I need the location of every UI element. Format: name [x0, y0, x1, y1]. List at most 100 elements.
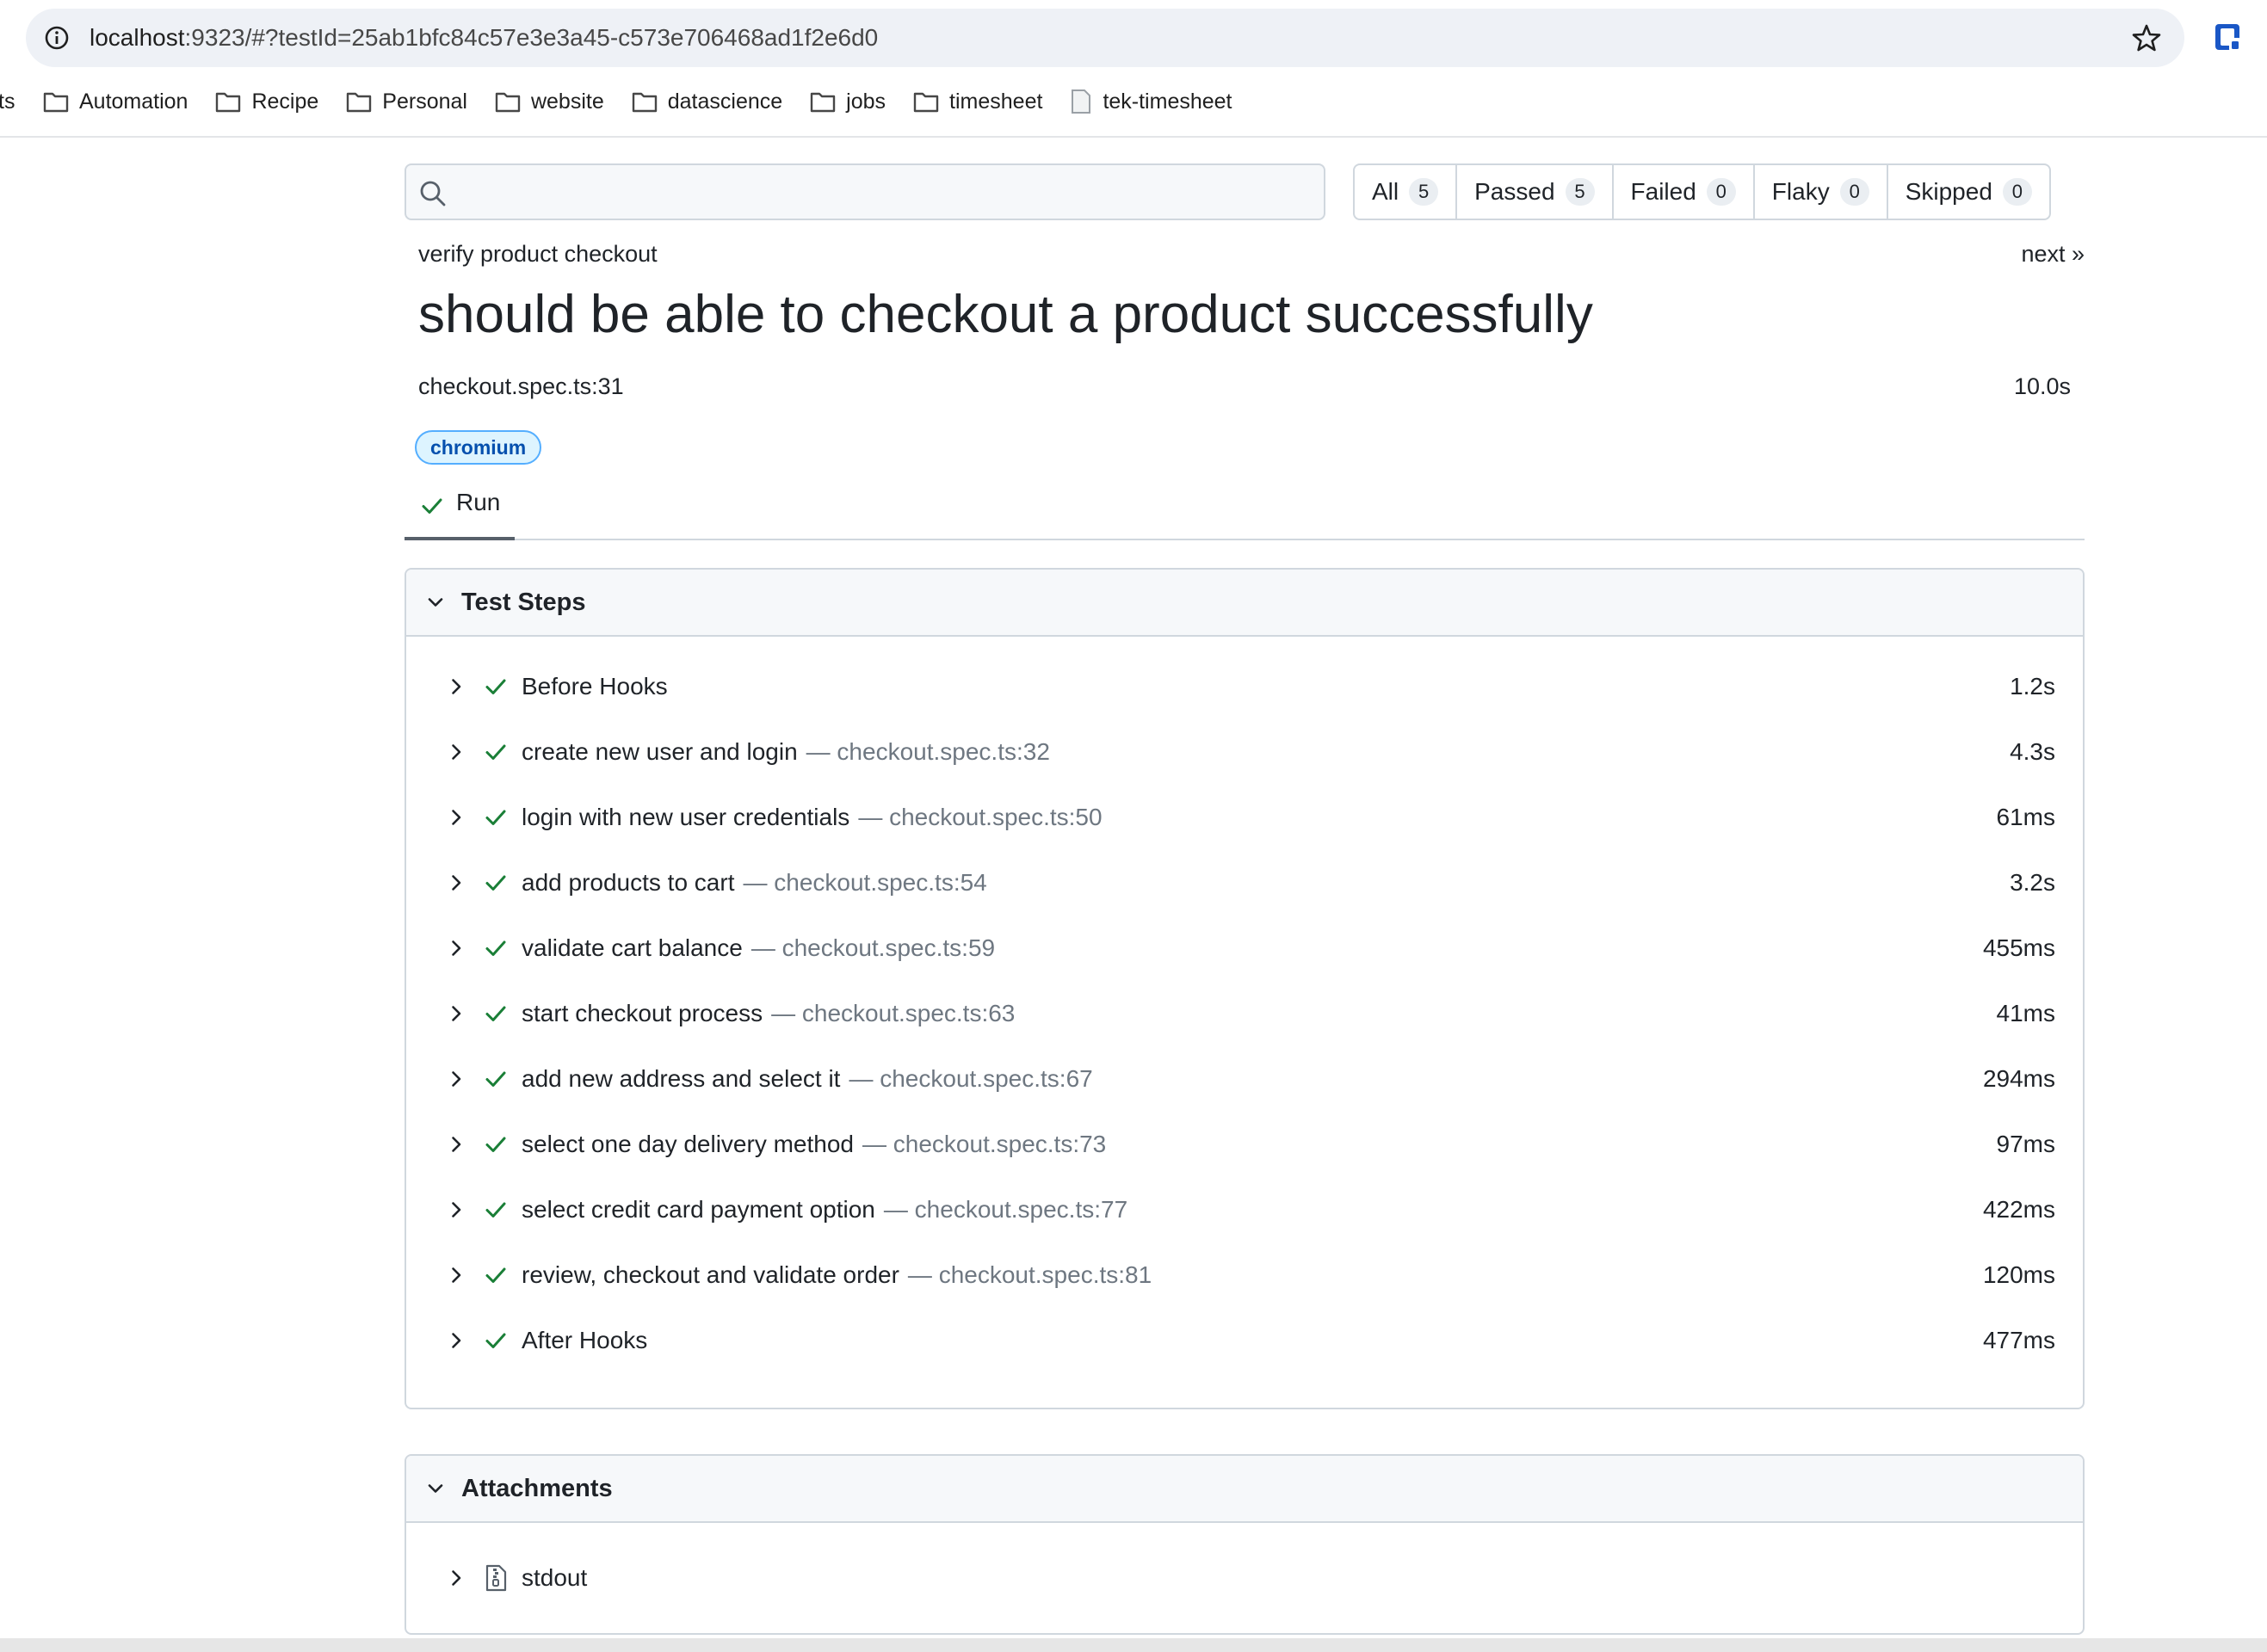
chevron-down-icon: [428, 1484, 443, 1493]
folder-icon: [632, 92, 657, 113]
check-icon: [422, 498, 442, 514]
page-icon: [1072, 89, 1091, 114]
chevron-right-icon: [452, 1333, 461, 1348]
filter-count: 5: [1565, 178, 1595, 206]
step-location[interactable]: — checkout.spec.ts:54: [743, 869, 986, 897]
step-list: Before Hooks 1.2s create new user and log…: [406, 637, 2083, 1373]
test-steps-header[interactable]: Test Steps: [406, 570, 2083, 637]
info-icon[interactable]: [43, 24, 71, 52]
bookmark-personal[interactable]: Personal: [346, 89, 467, 114]
status-filter-bar: All 5 Passed 5 Failed 0 Flaky 0 Skipped …: [1353, 163, 2051, 220]
step-label: create new user and login: [522, 738, 798, 765]
check-icon: [485, 1071, 506, 1087]
tab-run[interactable]: Run: [405, 482, 515, 540]
step-duration: 97ms: [1996, 1131, 2055, 1157]
step-label: add new address and select it: [522, 1065, 841, 1092]
bookmark-website[interactable]: website: [495, 89, 604, 114]
step-row[interactable]: review, checkout and validate order — che…: [406, 1242, 2083, 1308]
star-icon[interactable]: [2131, 22, 2162, 53]
step-location[interactable]: — checkout.spec.ts:32: [806, 738, 1050, 766]
chevron-right-icon: [452, 1137, 461, 1152]
chevron-right-icon: [452, 1202, 461, 1217]
url-host: localhost: [90, 24, 185, 51]
step-duration: 4.3s: [2010, 738, 2055, 765]
step-duration: 455ms: [1982, 934, 2055, 961]
filter-all[interactable]: All 5: [1355, 165, 1455, 219]
filter-passed[interactable]: Passed 5: [1455, 165, 1611, 219]
bookmark-jobs[interactable]: jobs: [810, 89, 886, 114]
filter-failed[interactable]: Failed 0: [1611, 165, 1753, 219]
bookmark-label: tek-timesheet: [1103, 89, 1232, 114]
filter-skipped[interactable]: Skipped 0: [1886, 165, 2049, 219]
step-location[interactable]: — checkout.spec.ts:59: [751, 934, 995, 962]
step-row[interactable]: select credit card payment option — check…: [406, 1177, 2083, 1242]
chevron-right-icon: [452, 1267, 461, 1283]
bookmark-automation[interactable]: Automation: [43, 89, 188, 114]
attachment-label: stdout: [522, 1564, 588, 1591]
chevron-right-icon: [452, 1006, 461, 1021]
filter-label: Passed: [1474, 178, 1555, 205]
step-location[interactable]: — checkout.spec.ts:77: [884, 1196, 1127, 1224]
filter-count: 0: [1839, 178, 1869, 206]
check-icon: [485, 1267, 506, 1283]
bookmark-label: datascience: [667, 89, 783, 114]
bookmark-label: website: [530, 89, 604, 114]
step-duration: 41ms: [1996, 1000, 2055, 1026]
url-text[interactable]: localhost:9323/#?testId=25ab1bfc84c57e3e…: [90, 9, 878, 67]
check-icon: [485, 1137, 506, 1152]
step-row[interactable]: select one day delivery method — checkout…: [406, 1112, 2083, 1177]
suite-title: verify product checkout: [418, 241, 658, 267]
step-row[interactable]: After Hooks 477ms: [406, 1308, 2083, 1373]
filter-label: All: [1372, 178, 1399, 205]
extension-icon[interactable]: [2214, 21, 2243, 53]
step-location[interactable]: — checkout.spec.ts:50: [858, 804, 1102, 831]
browser-toolbar: localhost:9323/#?testId=25ab1bfc84c57e3e…: [0, 0, 2267, 138]
step-row[interactable]: Before Hooks 1.2s: [406, 654, 2083, 719]
attachment-stdout[interactable]: stdout: [406, 1523, 2083, 1633]
chevron-right-icon: [452, 940, 461, 956]
search-input[interactable]: [405, 163, 1325, 220]
check-icon: [485, 1006, 506, 1021]
url-path: :9323/#?testId=25ab1bfc84c57e3e3a45-c573…: [184, 24, 879, 51]
filter-label: Skipped: [1905, 178, 1992, 205]
step-label: start checkout process: [522, 1000, 763, 1026]
bookmark-recipe[interactable]: Recipe: [215, 89, 318, 114]
chevron-right-icon: [452, 1570, 461, 1586]
bookmark-datascience[interactable]: datascience: [632, 89, 782, 114]
check-icon: [485, 940, 506, 956]
step-label: After Hooks: [522, 1327, 648, 1353]
bookmark-tek-timesheet[interactable]: tek-timesheet: [1070, 89, 1232, 114]
filter-flaky[interactable]: Flaky 0: [1752, 165, 1887, 219]
step-location[interactable]: — checkout.spec.ts:81: [908, 1261, 1152, 1289]
step-label: Before Hooks: [522, 673, 668, 700]
step-row[interactable]: login with new user credentials — checkou…: [406, 785, 2083, 850]
chevron-right-icon: [452, 875, 461, 891]
folder-icon: [810, 92, 836, 113]
folder-icon: [216, 92, 241, 113]
chevron-right-icon: [452, 1071, 461, 1087]
step-row[interactable]: add products to cart — checkout.spec.ts:5…: [406, 850, 2083, 915]
step-location[interactable]: — checkout.spec.ts:73: [862, 1131, 1106, 1158]
step-label: review, checkout and validate order: [522, 1261, 899, 1288]
step-location[interactable]: — checkout.spec.ts:67: [849, 1065, 1092, 1093]
step-row[interactable]: validate cart balance — checkout.spec.ts:…: [406, 915, 2083, 981]
step-row[interactable]: start checkout process — checkout.spec.ts…: [406, 981, 2083, 1046]
address-bar[interactable]: localhost:9323/#?testId=25ab1bfc84c57e3e…: [26, 9, 2184, 67]
step-location[interactable]: — checkout.spec.ts:63: [771, 1000, 1015, 1027]
project-tag[interactable]: chromium: [415, 430, 542, 465]
bookmark-truncated[interactable]: ts: [0, 89, 15, 114]
next-test-link[interactable]: next »: [2021, 241, 2085, 268]
bookmarks-bar: ts Automation Recipe Personal website da…: [0, 81, 2267, 122]
step-label: select credit card payment option: [522, 1196, 875, 1223]
attachments-header[interactable]: Attachments: [406, 1456, 2083, 1523]
test-duration: 10.0s: [2013, 373, 2071, 399]
check-icon: [485, 679, 506, 694]
panel-title: Attachments: [461, 1474, 613, 1502]
check-icon: [485, 1202, 506, 1217]
step-row[interactable]: create new user and login — checkout.spec…: [406, 719, 2083, 785]
step-row[interactable]: add new address and select it — checkout.…: [406, 1046, 2083, 1112]
step-label: select one day delivery method: [522, 1131, 854, 1157]
bookmark-timesheet[interactable]: timesheet: [913, 89, 1042, 114]
tab-label: Run: [456, 489, 501, 515]
step-duration: 61ms: [1996, 804, 2055, 830]
